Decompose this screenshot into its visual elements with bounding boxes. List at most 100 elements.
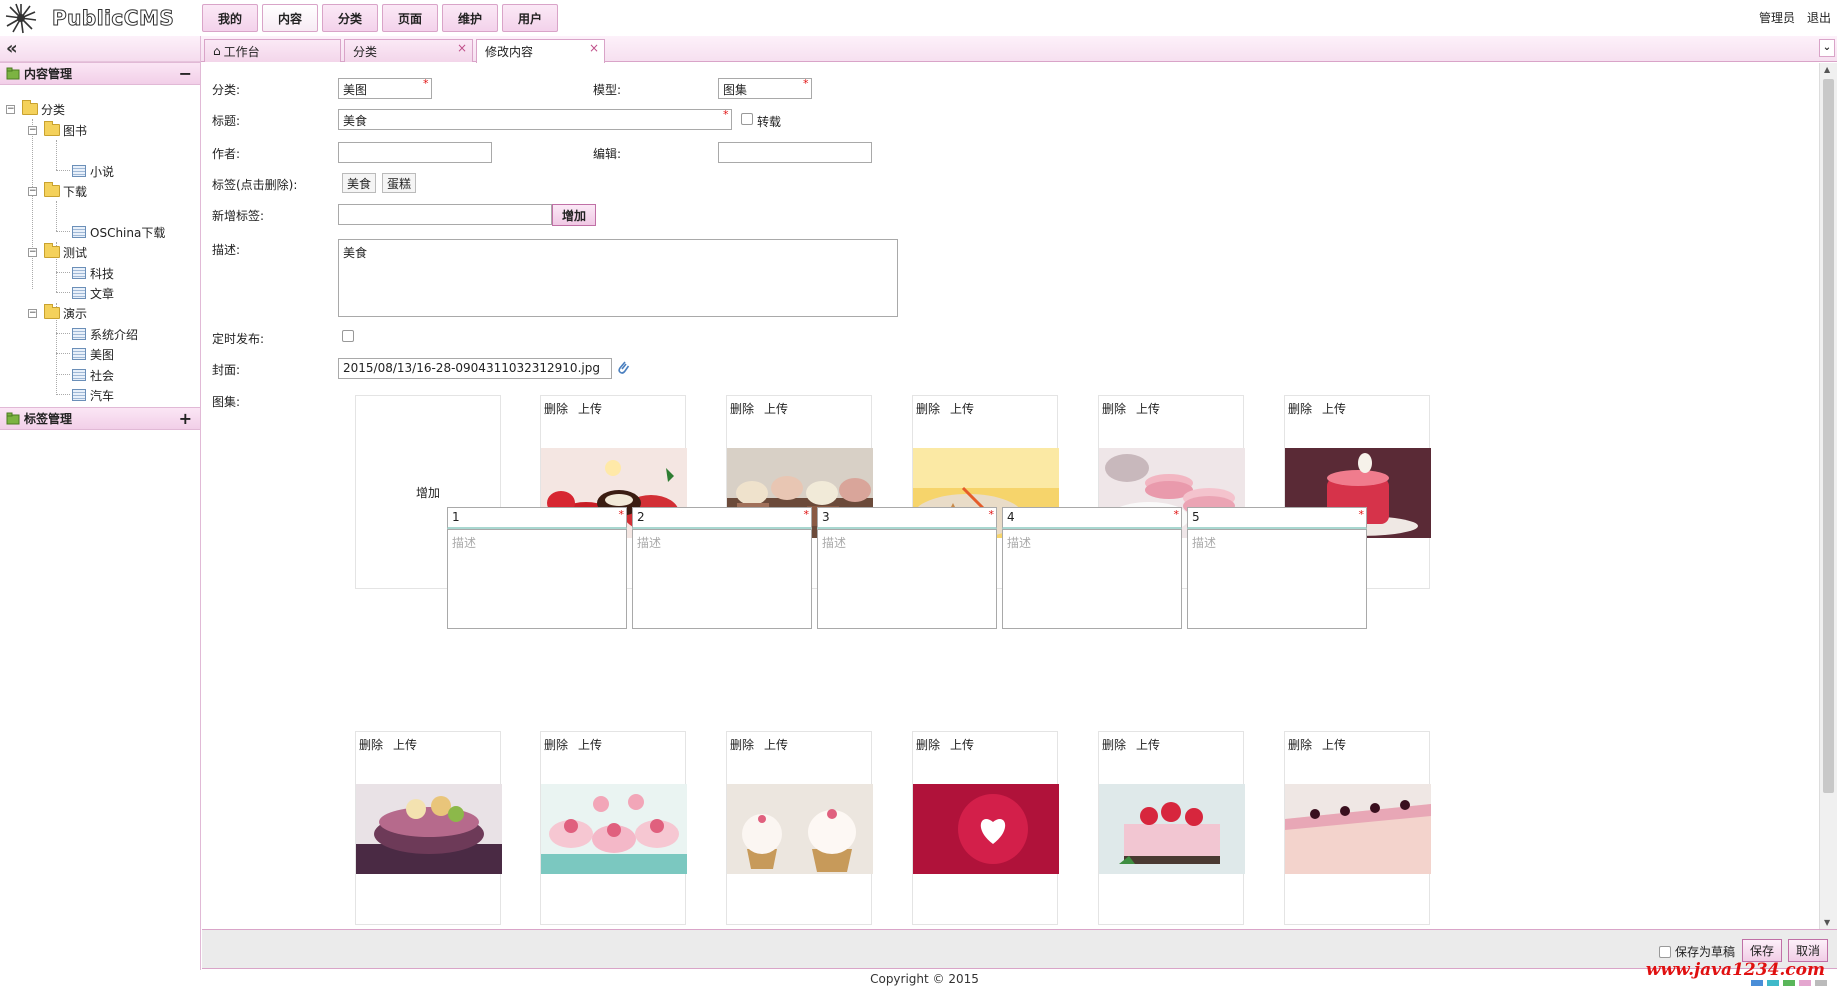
tree-node-oschina[interactable]: OSChina下载 xyxy=(72,222,165,242)
schedule-checkbox[interactable] xyxy=(342,330,354,342)
collapse-node-icon[interactable]: − xyxy=(28,247,37,257)
close-tab-icon[interactable]: × xyxy=(457,41,467,55)
description-textarea[interactable]: 美食 xyxy=(338,239,898,317)
nav-user[interactable]: 用户 xyxy=(502,4,558,32)
upload-image-button[interactable]: 上传 xyxy=(578,400,602,417)
user-name-link[interactable]: 管理员 xyxy=(1759,9,1795,26)
tree-node-tech[interactable]: 科技 xyxy=(72,263,114,283)
upload-image-button[interactable]: 上传 xyxy=(764,736,788,753)
close-tab-icon[interactable]: × xyxy=(589,41,599,55)
tab-edit-content[interactable]: 修改内容 × xyxy=(476,39,605,63)
tab-category[interactable]: 分类 × xyxy=(344,39,473,62)
image-description-textarea[interactable]: 描述 xyxy=(817,529,997,629)
nav-page[interactable]: 页面 xyxy=(382,4,438,32)
new-tag-input[interactable] xyxy=(338,204,552,225)
delete-image-button[interactable]: 删除 xyxy=(916,400,940,417)
save-draft-checkbox[interactable] xyxy=(1658,945,1671,958)
attach-icon[interactable] xyxy=(616,359,630,375)
upload-image-button[interactable]: 上传 xyxy=(950,736,974,753)
tree-node-pics[interactable]: 美图 xyxy=(72,344,114,364)
delete-image-button[interactable]: 删除 xyxy=(544,736,568,753)
save-button[interactable]: 保存 xyxy=(1742,939,1782,962)
tree-node-novel[interactable]: 小说 xyxy=(72,161,114,181)
delete-image-button[interactable]: 删除 xyxy=(544,400,568,417)
image-title-input[interactable]: 1 xyxy=(447,507,627,529)
model-select[interactable]: 图集 xyxy=(718,78,812,99)
panel-content-management[interactable]: 内容管理 − xyxy=(0,62,200,85)
category-select[interactable]: 美图 xyxy=(338,78,432,99)
collapse-panel-icon[interactable]: − xyxy=(179,63,192,84)
theme-swatch[interactable] xyxy=(1767,980,1779,986)
delete-image-button[interactable]: 删除 xyxy=(359,736,383,753)
tag-button[interactable]: 美食 xyxy=(342,173,377,193)
cancel-button[interactable]: 取消 xyxy=(1788,939,1828,962)
cover-input[interactable]: 2015/08/13/16-28-0904311032312910.jpg xyxy=(338,358,612,379)
add-tag-button[interactable]: 增加 xyxy=(552,204,596,226)
logo[interactable]: PublicCMS xyxy=(4,2,194,34)
upload-image-button[interactable]: 上传 xyxy=(1322,400,1346,417)
collapse-node-icon[interactable]: − xyxy=(28,186,37,196)
tree-node-root[interactable]: − 分类 xyxy=(6,99,65,119)
tree-node-society[interactable]: 社会 xyxy=(72,365,114,385)
content-scrollbar[interactable]: ▲ ▼ xyxy=(1819,63,1837,929)
tab-dashboard[interactable]: ⌂ 工作台 xyxy=(204,39,341,62)
collapse-sidebar-icon[interactable]: « xyxy=(6,38,18,59)
image-title-input[interactable]: 5 xyxy=(1187,507,1367,529)
expand-panel-icon[interactable]: + xyxy=(179,408,192,429)
gallery-image-heart-cupcake[interactable] xyxy=(913,784,1059,874)
image-title-input[interactable]: 2 xyxy=(632,507,812,529)
gallery-image-rose-cupcakes[interactable] xyxy=(541,784,687,874)
nav-category[interactable]: 分类 xyxy=(322,4,378,32)
collapse-node-icon[interactable]: − xyxy=(28,125,37,135)
tag-button[interactable]: 蛋糕 xyxy=(382,173,417,193)
tab-menu-icon[interactable]: ⌄ xyxy=(1819,39,1835,57)
upload-image-button[interactable]: 上传 xyxy=(1136,400,1160,417)
delete-image-button[interactable]: 删除 xyxy=(730,400,754,417)
delete-image-button[interactable]: 删除 xyxy=(1102,736,1126,753)
title-input[interactable]: 美食 xyxy=(338,109,732,130)
tree-node-demo[interactable]: − 演示 xyxy=(28,303,87,323)
image-title-input[interactable]: 3 xyxy=(817,507,997,529)
scroll-down-icon[interactable]: ▼ xyxy=(1824,918,1830,927)
author-input[interactable] xyxy=(338,142,492,163)
scroll-up-icon[interactable]: ▲ xyxy=(1824,65,1830,74)
nav-maintain[interactable]: 维护 xyxy=(442,4,498,32)
upload-image-button[interactable]: 上传 xyxy=(1136,736,1160,753)
tree-node-test[interactable]: − 测试 xyxy=(28,242,87,262)
editor-input[interactable] xyxy=(718,142,872,163)
delete-image-button[interactable]: 删除 xyxy=(916,736,940,753)
tree-node-intro[interactable]: 系统介绍 xyxy=(72,324,138,344)
gallery-image-fruit-cake[interactable] xyxy=(356,784,502,874)
tree-node-download[interactable]: − 下载 xyxy=(28,181,87,201)
image-title-input[interactable]: 4 xyxy=(1002,507,1182,529)
upload-image-button[interactable]: 上传 xyxy=(578,736,602,753)
panel-tag-management[interactable]: 标签管理 + xyxy=(0,407,200,430)
theme-swatch[interactable] xyxy=(1815,980,1827,986)
delete-image-button[interactable]: 删除 xyxy=(1288,736,1312,753)
image-description-textarea[interactable]: 描述 xyxy=(1187,529,1367,629)
gallery-image-cream-tarts[interactable] xyxy=(727,784,873,874)
tree-node-car[interactable]: 汽车 xyxy=(72,385,114,405)
theme-swatch[interactable] xyxy=(1799,980,1811,986)
nav-mine[interactable]: 我的 xyxy=(202,4,258,32)
upload-image-button[interactable]: 上传 xyxy=(393,736,417,753)
image-description-textarea[interactable]: 描述 xyxy=(632,529,812,629)
image-description-textarea[interactable]: 描述 xyxy=(1002,529,1182,629)
scrollbar-thumb[interactable] xyxy=(1823,79,1834,793)
delete-image-button[interactable]: 删除 xyxy=(730,736,754,753)
theme-swatch[interactable] xyxy=(1751,980,1763,986)
tree-node-books[interactable]: − 图书 xyxy=(28,120,87,140)
upload-image-button[interactable]: 上传 xyxy=(1322,736,1346,753)
collapse-node-icon[interactable]: − xyxy=(28,308,37,318)
nav-content[interactable]: 内容 xyxy=(262,4,318,32)
gallery-image-berry-cheesecake[interactable] xyxy=(1285,784,1431,874)
delete-image-button[interactable]: 删除 xyxy=(1102,400,1126,417)
copied-checkbox[interactable] xyxy=(741,113,753,125)
gallery-image-strawberry-mousse[interactable] xyxy=(1099,784,1245,874)
tree-node-article[interactable]: 文章 xyxy=(72,283,114,303)
upload-image-button[interactable]: 上传 xyxy=(764,400,788,417)
delete-image-button[interactable]: 删除 xyxy=(1288,400,1312,417)
collapse-node-icon[interactable]: − xyxy=(6,104,15,114)
image-description-textarea[interactable]: 描述 xyxy=(447,529,627,629)
upload-image-button[interactable]: 上传 xyxy=(950,400,974,417)
